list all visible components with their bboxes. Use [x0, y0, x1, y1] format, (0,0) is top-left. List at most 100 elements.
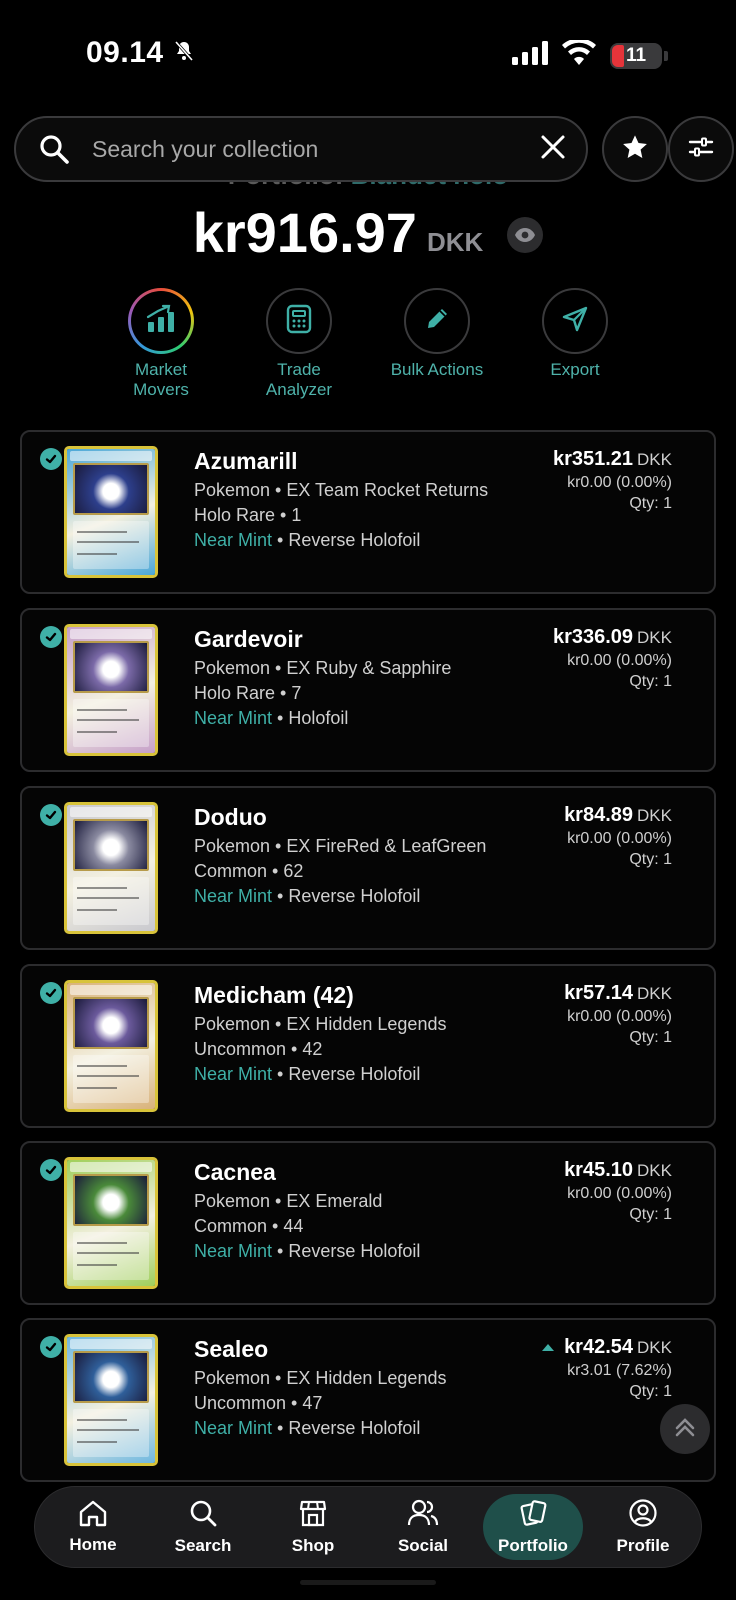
selected-check-icon[interactable] — [40, 626, 62, 648]
finish-label: • Reverse Holofoil — [272, 1241, 421, 1261]
price-currency: DKK — [637, 450, 672, 469]
search-input[interactable] — [92, 135, 540, 163]
eye-icon — [515, 227, 536, 242]
card-name: Medicham (42) — [194, 982, 354, 1008]
trend-up-icon — [542, 1344, 555, 1351]
double-chevron-up-icon — [672, 1414, 698, 1445]
card-price: kr45.10 DKK kr0.00 (0.00%) Qty: 1 — [564, 1159, 672, 1224]
card-meta: Pokemon • EX Hidden Legends Uncommon • 4… — [194, 1366, 524, 1416]
card-image[interactable] — [64, 624, 158, 756]
condition-label: Near Mint — [194, 1064, 273, 1084]
card-condition: Near Mint • Reverse Holofoil — [194, 1241, 420, 1262]
price-currency: DKK — [637, 1161, 672, 1180]
scroll-top-button[interactable] — [660, 1404, 710, 1454]
export-button[interactable]: Export — [530, 288, 620, 400]
card-meta: Pokemon • EX FireRed & LeafGreen Common … — [194, 834, 524, 884]
card-rarity: Uncommon • 47 — [194, 1393, 323, 1413]
card-set: Pokemon • EX Team Rocket Returns — [194, 480, 489, 500]
nav-shop[interactable]: Shop — [263, 1494, 363, 1560]
price-currency: DKK — [637, 806, 672, 825]
card-row[interactable]: Gardevoir Pokemon • EX Ruby & Sapphire H… — [20, 608, 716, 772]
card-row[interactable]: Sealeo Pokemon • EX Hidden Legends Uncom… — [20, 1318, 716, 1482]
selected-check-icon[interactable] — [40, 982, 62, 1004]
card-rarity: Common • 44 — [194, 1216, 304, 1236]
card-set: Pokemon • EX Hidden Legends — [194, 1368, 447, 1388]
price-change: kr0.00 (0.00%) — [567, 1008, 672, 1025]
price-value: kr336.09 — [552, 626, 634, 648]
price-change: kr0.00 (0.00%) — [567, 474, 672, 491]
nav-label: Search — [174, 1536, 232, 1555]
nav-label: Shop — [291, 1536, 335, 1555]
total-currency: DKK — [426, 227, 484, 257]
nav-profile[interactable]: Profile — [593, 1494, 693, 1560]
quick-actions: Market Movers Trade Analyzer Bulk Action… — [0, 288, 736, 400]
price-value: kr57.14 — [564, 982, 634, 1004]
card-set: Pokemon • EX Ruby & Sapphire — [194, 658, 452, 678]
card-row[interactable]: Medicham (42) Pokemon • EX Hidden Legend… — [20, 964, 716, 1128]
portfolio-total: kr916.97 DKK — [0, 200, 736, 265]
nav-portfolio[interactable]: Portfolio — [483, 1494, 583, 1560]
card-image[interactable] — [64, 1334, 158, 1466]
card-condition: Near Mint • Holofoil — [194, 708, 348, 729]
nav-label: Profile — [616, 1536, 670, 1555]
card-condition: Near Mint • Reverse Holofoil — [194, 886, 420, 907]
card-row[interactable]: Doduo Pokemon • EX FireRed & LeafGreen C… — [20, 786, 716, 950]
trade-analyzer-button[interactable]: Trade Analyzer — [254, 288, 344, 400]
pencil-icon — [423, 305, 451, 338]
card-row[interactable]: Azumarill Pokemon • EX Team Rocket Retur… — [20, 430, 716, 594]
selected-check-icon[interactable] — [40, 1159, 62, 1181]
status-time: 09.14 — [86, 36, 164, 69]
card-set: Pokemon • EX FireRed & LeafGreen — [194, 836, 487, 856]
quantity: Qty: 1 — [629, 1206, 672, 1223]
card-set: Pokemon • EX Emerald — [194, 1191, 383, 1211]
card-condition: Near Mint • Reverse Holofoil — [194, 1418, 420, 1439]
nav-search[interactable]: Search — [153, 1494, 253, 1560]
calculator-icon — [286, 304, 312, 339]
card-image[interactable] — [64, 446, 158, 578]
action-label: Export — [550, 360, 600, 379]
condition-label: Near Mint — [194, 1418, 273, 1438]
selected-check-icon[interactable] — [40, 448, 62, 470]
price-currency: DKK — [637, 1338, 672, 1357]
cards-icon — [518, 1498, 548, 1533]
card-image[interactable] — [64, 980, 158, 1112]
bulk-actions-button[interactable]: Bulk Actions — [391, 288, 483, 400]
card-row[interactable]: Cacnea Pokemon • EX Emerald Common • 44 … — [20, 1141, 716, 1305]
clear-icon[interactable] — [540, 134, 566, 165]
filter-button[interactable] — [668, 116, 734, 182]
nav-social[interactable]: Social — [373, 1494, 473, 1560]
finish-label: • Reverse Holofoil — [272, 1064, 421, 1084]
finish-label: • Holofoil — [272, 708, 349, 728]
nav-label: Home — [69, 1535, 117, 1554]
sliders-icon — [687, 133, 715, 166]
selected-check-icon[interactable] — [40, 804, 62, 826]
selected-check-icon[interactable] — [40, 1336, 62, 1358]
bell-muted-icon — [172, 39, 196, 68]
price-change: kr0.00 (0.00%) — [567, 1185, 672, 1202]
search-icon — [36, 131, 72, 167]
condition-label: Near Mint — [194, 886, 273, 906]
card-image[interactable] — [64, 1157, 158, 1289]
favorites-button[interactable] — [602, 116, 668, 182]
home-icon — [78, 1499, 108, 1532]
card-image[interactable] — [64, 802, 158, 934]
card-meta: Pokemon • EX Hidden Legends Uncommon • 4… — [194, 1012, 524, 1062]
users-icon — [407, 1498, 439, 1533]
card-price: kr42.54 DKK kr3.01 (7.62%) Qty: 1 — [542, 1336, 672, 1401]
finish-label: • Reverse Holofoil — [272, 886, 421, 906]
action-label: Market Movers — [133, 360, 189, 399]
card-price: kr57.14 DKK kr0.00 (0.00%) Qty: 1 — [564, 982, 672, 1047]
search-bar[interactable] — [14, 116, 588, 182]
search-row — [14, 116, 734, 182]
card-rarity: Holo Rare • 7 — [194, 683, 302, 703]
toggle-visibility-button[interactable] — [507, 216, 544, 253]
market-movers-button[interactable]: Market Movers — [116, 288, 206, 400]
status-bar: 09.14 11 — [0, 0, 736, 100]
card-name: Doduo — [194, 804, 267, 830]
total-value: kr916.97 — [192, 201, 417, 264]
card-price: kr84.89 DKK kr0.00 (0.00%) Qty: 1 — [564, 804, 672, 869]
star-icon — [621, 133, 649, 166]
card-rarity: Uncommon • 42 — [194, 1039, 323, 1059]
nav-home[interactable]: Home — [43, 1494, 143, 1560]
send-icon — [561, 305, 589, 338]
